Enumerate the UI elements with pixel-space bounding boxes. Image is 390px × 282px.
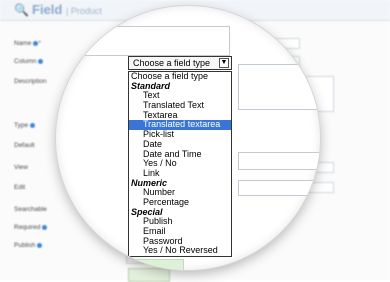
name-field-zoomed[interactable] — [56, 26, 230, 42]
label-required: Required — [14, 224, 48, 231]
view-select-zoomed[interactable] — [238, 180, 320, 196]
label-default: Default — [14, 142, 35, 149]
zoomed-form: Choose a field type ▼ Choose a field typ… — [56, 12, 320, 270]
publish-listbox-zoomed[interactable] — [124, 259, 184, 270]
label-searchable: Searchable — [14, 206, 47, 213]
label-name: Name * — [14, 40, 41, 47]
field-type-select[interactable]: Choose a field type ▼ — [128, 56, 232, 70]
column-field-zoomed[interactable] — [56, 41, 230, 56]
label-column: Column — [14, 58, 44, 65]
magnifier-lens: Choose a field type ▼ Choose a field typ… — [56, 6, 320, 270]
label-description: Description — [14, 78, 47, 85]
description-field-zoomed[interactable] — [238, 64, 320, 110]
label-publish: Publish — [14, 242, 43, 249]
dropdown-option[interactable]: Yes / No Reversed — [129, 246, 231, 256]
label-view: View — [14, 164, 28, 171]
default-field-zoomed[interactable] — [238, 152, 320, 170]
chevron-down-icon[interactable]: ▼ — [219, 58, 229, 68]
info-icon — [37, 242, 43, 248]
info-icon — [30, 122, 36, 128]
label-edit: Edit — [14, 184, 26, 191]
search-icon: 🔍 — [14, 3, 29, 17]
field-type-select-value: Choose a field type — [133, 58, 211, 68]
label-type: Type — [14, 122, 36, 129]
info-icon — [42, 224, 48, 230]
info-icon — [38, 58, 44, 64]
field-type-dropdown[interactable]: Choose a field type Standard Text Translate… — [128, 71, 232, 257]
